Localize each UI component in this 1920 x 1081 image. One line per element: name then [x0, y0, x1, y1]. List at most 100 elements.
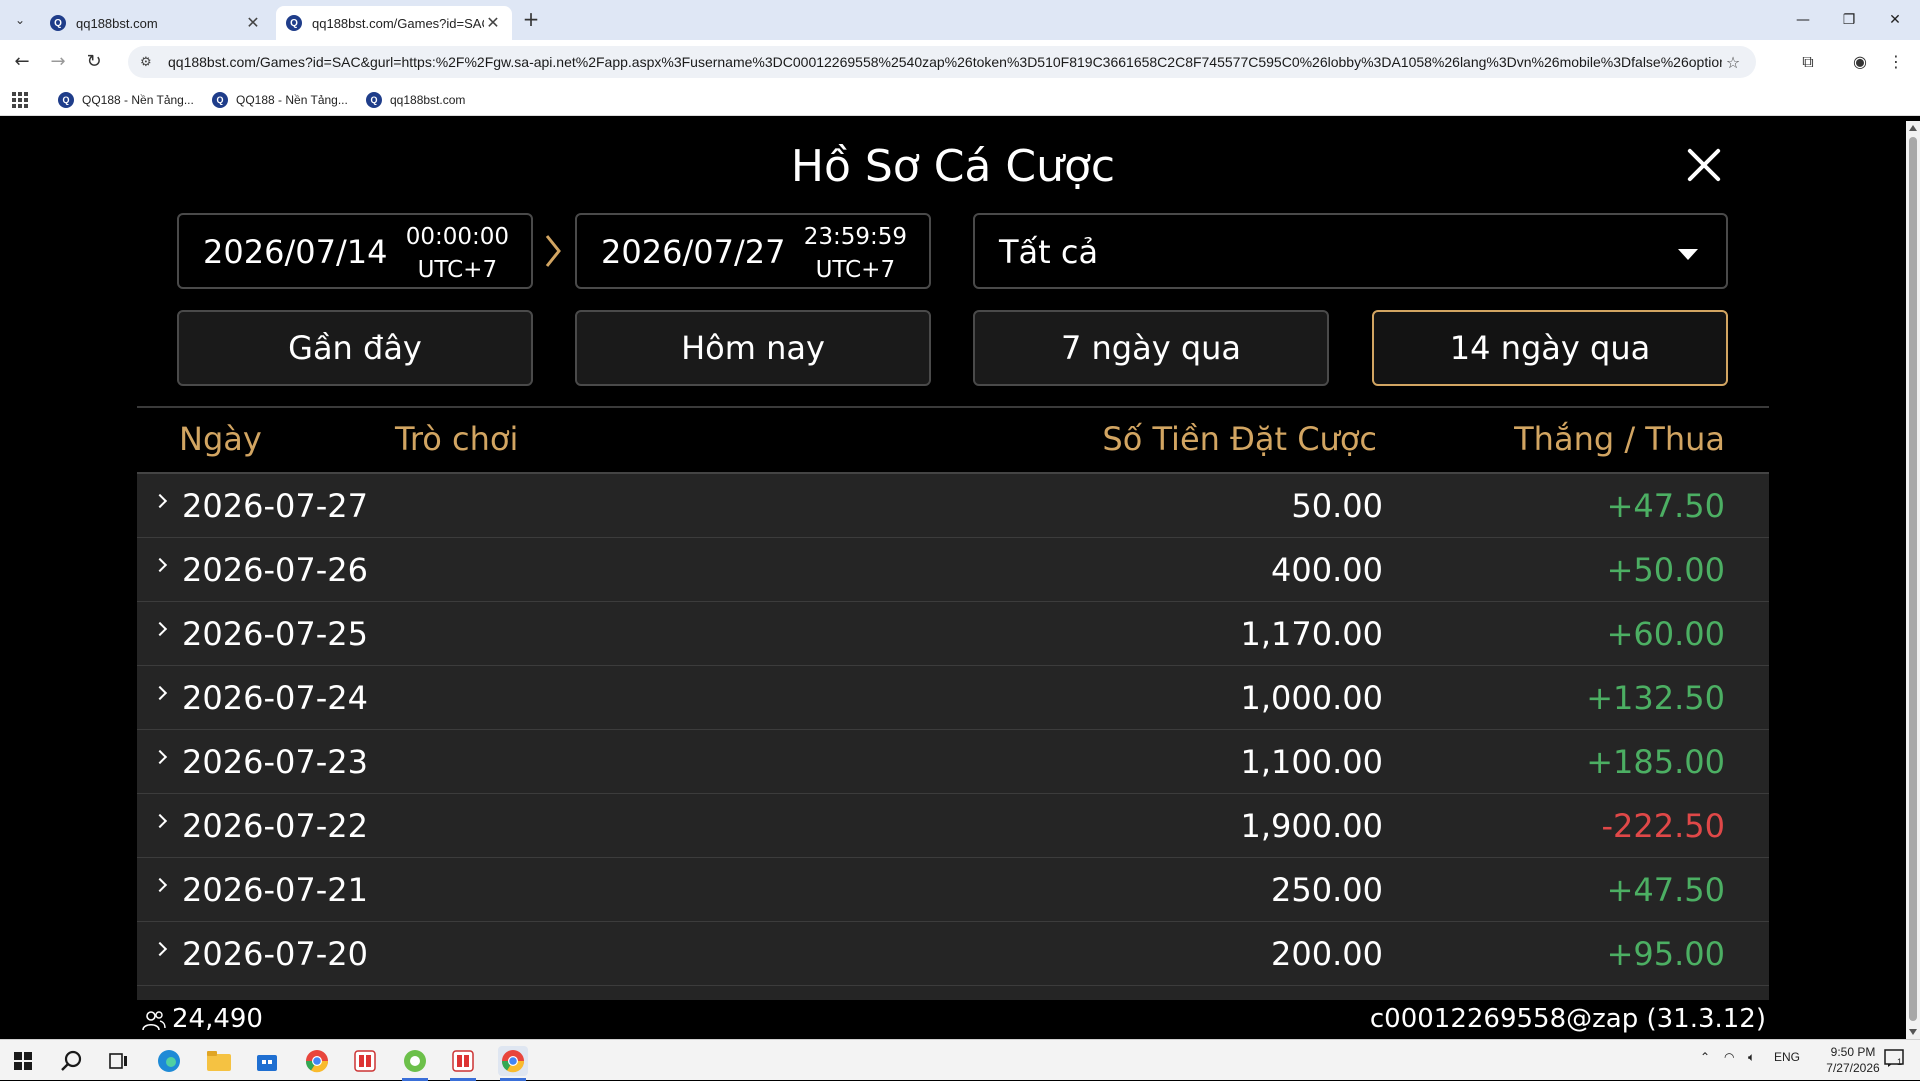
end-date-picker[interactable]: 2026/07/27 23:59:59 UTC+7 [575, 213, 931, 289]
reload-icon[interactable]: ↻ [82, 50, 106, 74]
table-row[interactable]: 2026-07-26 400.00 +50.00 [137, 538, 1769, 602]
file-explorer-icon[interactable] [204, 1046, 234, 1076]
url-text[interactable]: qq188bst.com/Games?id=SAC&gurl=https:%2F… [168, 54, 1722, 70]
browser-tab-1[interactable]: Q qq188bst.com ✕ [40, 6, 272, 40]
row-date: 2026-07-27 [182, 487, 368, 525]
row-bet-amount: 1,170.00 [1240, 615, 1384, 653]
table-row[interactable]: 2026-07-25 1,170.00 +60.00 [137, 602, 1769, 666]
bet-history-table: Ngày Trò chơi Số Tiền Đặt Cược Thắng / T… [137, 406, 1769, 1010]
volume-icon[interactable]: 🔈︎ [1748, 1050, 1755, 1065]
table-body: 2026-07-27 50.00 +47.50 2026-07-26 400.00 +50… [137, 472, 1769, 1010]
bet-history-page: Hồ Sơ Cá Cược 2026/07/14 00:00:00 UTC+7 … [0, 121, 1906, 1039]
forward-arrow-icon[interactable]: → [46, 50, 70, 74]
page-scrollbar[interactable] [1906, 121, 1920, 1039]
bookmark-item[interactable]: Q QQ188 - Nền Tảng... [212, 90, 348, 110]
row-win-loss: +47.50 [1606, 871, 1725, 909]
app-icon[interactable] [350, 1046, 380, 1076]
scroll-down-arrow-icon[interactable] [1909, 1029, 1917, 1035]
browser-tab-2[interactable]: Q qq188bst.com/Games?id=SAC& ✕ [276, 6, 512, 40]
game-filter-select[interactable]: Tất cả [973, 213, 1728, 289]
start-timezone: UTC+7 [417, 257, 498, 283]
notification-icon[interactable]: 1 [1884, 1048, 1904, 1071]
site-favicon-icon: Q [366, 92, 382, 108]
row-win-loss: -222.50 [1601, 807, 1725, 845]
wifi-icon[interactable]: ◠ [1724, 1050, 1734, 1064]
user-account-info: c00012269558@zap (31.3.12) [1369, 1004, 1766, 1034]
chrome-icon[interactable] [498, 1046, 528, 1081]
table-header: Ngày Trò chơi Số Tiền Đặt Cược Thắng / T… [137, 408, 1769, 472]
table-row[interactable]: 2026-07-27 50.00 +47.50 [137, 474, 1769, 538]
row-bet-amount: 200.00 [1271, 935, 1383, 973]
start-date-picker[interactable]: 2026/07/14 00:00:00 UTC+7 [177, 213, 533, 289]
chevron-right-icon[interactable] [152, 685, 168, 701]
column-header-date: Ngày [179, 420, 262, 458]
task-view-icon[interactable] [104, 1046, 134, 1076]
column-header-game: Trò chơi [395, 420, 519, 458]
row-date: 2026-07-23 [182, 743, 368, 781]
chrome-icon[interactable] [302, 1046, 332, 1076]
chevron-right-icon[interactable] [152, 749, 168, 765]
scroll-up-arrow-icon[interactable] [1909, 125, 1917, 131]
app-icon[interactable] [448, 1046, 478, 1081]
address-bar[interactable]: ⚙ qq188bst.com/Games?id=SAC&gurl=https:%… [128, 46, 1756, 78]
table-row[interactable]: 2026-07-24 1,000.00 +132.50 [137, 666, 1769, 730]
chevron-right-icon[interactable] [152, 493, 168, 509]
app-icon[interactable] [400, 1046, 430, 1081]
game-filter-value: Tất cả [999, 233, 1099, 271]
today-button[interactable]: Hôm nay [575, 310, 931, 386]
system-clock[interactable]: 9:50 PM 7/27/2026 [1818, 1044, 1888, 1076]
menu-kebab-icon[interactable]: ⋮ [1884, 50, 1908, 74]
scrollbar-thumb[interactable] [1909, 137, 1917, 1021]
column-header-bet-amount: Số Tiền Đặt Cược [1102, 420, 1377, 458]
last-14-days-button[interactable]: 14 ngày qua [1372, 310, 1728, 386]
row-win-loss: +132.50 [1586, 679, 1725, 717]
table-row[interactable]: 2026-07-23 1,100.00 +185.00 [137, 730, 1769, 794]
row-win-loss: +50.00 [1606, 551, 1725, 589]
row-date: 2026-07-26 [182, 551, 368, 589]
end-date: 2026/07/27 [601, 233, 786, 271]
last-7-days-button[interactable]: 7 ngày qua [973, 310, 1329, 386]
restore-button[interactable]: ❐ [1826, 0, 1872, 40]
store-icon[interactable] [252, 1046, 282, 1076]
windows-taskbar: ⌃ ◠ 🔈︎ ENG 9:50 PM 7/27/2026 1 [0, 1039, 1920, 1081]
table-row[interactable]: 2026-07-21 250.00 +47.50 [137, 858, 1769, 922]
site-info-icon[interactable]: ⚙ [140, 55, 160, 70]
recent-button[interactable]: Gần đây [177, 310, 533, 386]
bookmark-star-icon[interactable]: ☆ [1722, 53, 1744, 72]
browser-toolbar: ← → ↻ ⚙ qq188bst.com/Games?id=SAC&gurl=h… [0, 40, 1920, 84]
chevron-right-icon[interactable] [152, 941, 168, 957]
clock-time: 9:50 PM [1830, 1045, 1876, 1059]
chevron-up-icon[interactable]: ⌃ [1700, 1050, 1710, 1064]
close-icon[interactable] [1682, 143, 1726, 187]
tab-close-icon[interactable]: ✕ [484, 13, 502, 33]
row-win-loss: +47.50 [1606, 487, 1725, 525]
minimize-button[interactable]: — [1780, 0, 1826, 40]
back-arrow-icon[interactable]: ← [10, 50, 34, 74]
new-tab-button[interactable]: + [520, 8, 542, 30]
window-close-button[interactable]: ✕ [1872, 0, 1918, 40]
table-row[interactable]: 2026-07-20 200.00 +95.00 [137, 922, 1769, 986]
extensions-icon[interactable]: ⧉ [1796, 50, 1820, 74]
chevron-right-icon [545, 235, 561, 267]
row-bet-amount: 1,100.00 [1240, 743, 1384, 781]
start-time-block: 00:00:00 UTC+7 [406, 221, 509, 287]
site-favicon-icon: Q [50, 15, 66, 31]
table-row[interactable]: 2026-07-22 1,900.00 -222.50 [137, 794, 1769, 858]
search-icon[interactable] [56, 1046, 86, 1076]
profile-icon[interactable]: ◉ [1848, 50, 1872, 74]
edge-browser-icon[interactable] [154, 1046, 184, 1076]
row-date: 2026-07-25 [182, 615, 368, 653]
chevron-right-icon[interactable] [152, 813, 168, 829]
apps-grid-icon[interactable] [12, 92, 28, 108]
windows-start-icon[interactable] [8, 1046, 38, 1076]
bookmark-item[interactable]: Q QQ188 - Nền Tảng... [58, 90, 194, 110]
tab-close-icon[interactable]: ✕ [244, 13, 262, 33]
tab-search-icon[interactable]: ⌄ [8, 8, 32, 32]
bookmark-item[interactable]: Q qq188bst.com [366, 90, 465, 110]
start-date: 2026/07/14 [203, 233, 388, 271]
chevron-right-icon[interactable] [152, 557, 168, 573]
chevron-right-icon[interactable] [152, 877, 168, 893]
clock-date: 7/27/2026 [1826, 1061, 1880, 1075]
input-language[interactable]: ENG [1774, 1050, 1800, 1064]
chevron-right-icon[interactable] [152, 621, 168, 637]
